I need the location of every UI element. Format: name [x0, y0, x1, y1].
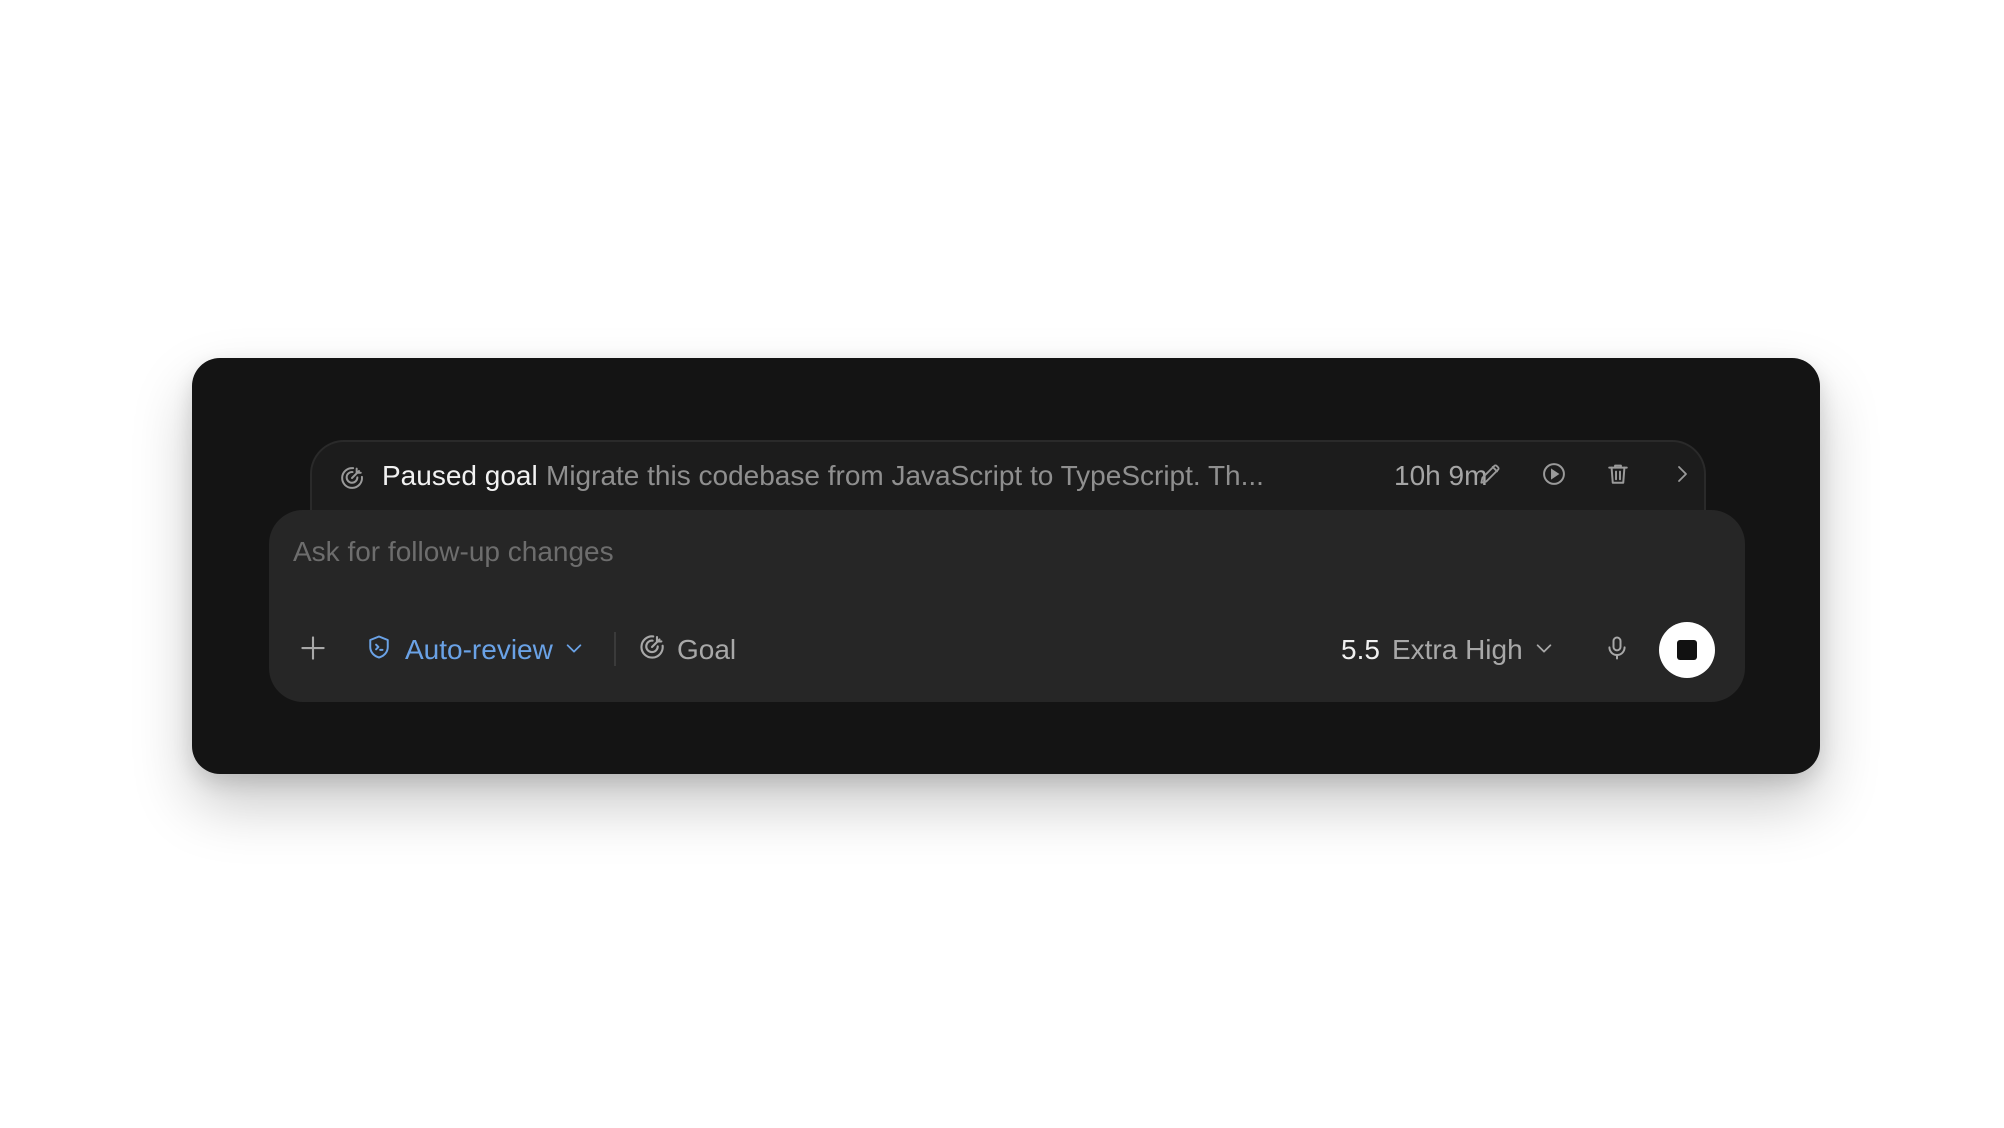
review-mode-label: Auto-review: [405, 634, 553, 665]
add-attachment-button[interactable]: [295, 632, 331, 668]
play-circle-icon: [1540, 460, 1568, 493]
voice-input-button[interactable]: [1597, 630, 1637, 670]
review-mode-dropdown[interactable]: Auto-review: [365, 630, 585, 670]
stop-icon: [1677, 640, 1697, 660]
goal-description: Migrate this codebase from JavaScript to…: [546, 460, 1264, 491]
model-selector-dropdown[interactable]: 5.5 Extra High: [1341, 630, 1555, 670]
pencil-icon: [1477, 461, 1503, 492]
goal-icon: [338, 464, 366, 492]
plus-icon: [298, 633, 328, 668]
shield-icon: [365, 633, 393, 668]
goal-icon: [637, 632, 667, 669]
delete-goal-button[interactable]: [1600, 458, 1636, 494]
stop-button[interactable]: [1659, 622, 1715, 678]
expand-goal-button[interactable]: [1664, 458, 1700, 494]
chevron-down-icon: [563, 634, 585, 666]
goal-button-label: Goal: [677, 634, 737, 665]
resume-goal-button[interactable]: [1536, 458, 1572, 494]
follow-up-input[interactable]: [293, 532, 1593, 572]
toolbar-divider: [614, 632, 616, 666]
effort-level-label: Extra High: [1391, 634, 1523, 665]
trash-icon: [1604, 460, 1632, 493]
composer-window: Paused goal Migrate this codebase from J…: [192, 358, 1820, 774]
chevron-right-icon: [1670, 462, 1694, 491]
composer-box: Auto-review Goal 5.5 Extra High: [269, 510, 1745, 702]
model-version-label: 5.5: [1341, 634, 1380, 665]
edit-goal-button[interactable]: [1472, 458, 1508, 494]
goal-button[interactable]: Goal: [637, 630, 736, 670]
goal-status-label: Paused goal: [382, 460, 538, 491]
microphone-icon: [1603, 634, 1631, 667]
chevron-down-icon: [1533, 634, 1555, 666]
